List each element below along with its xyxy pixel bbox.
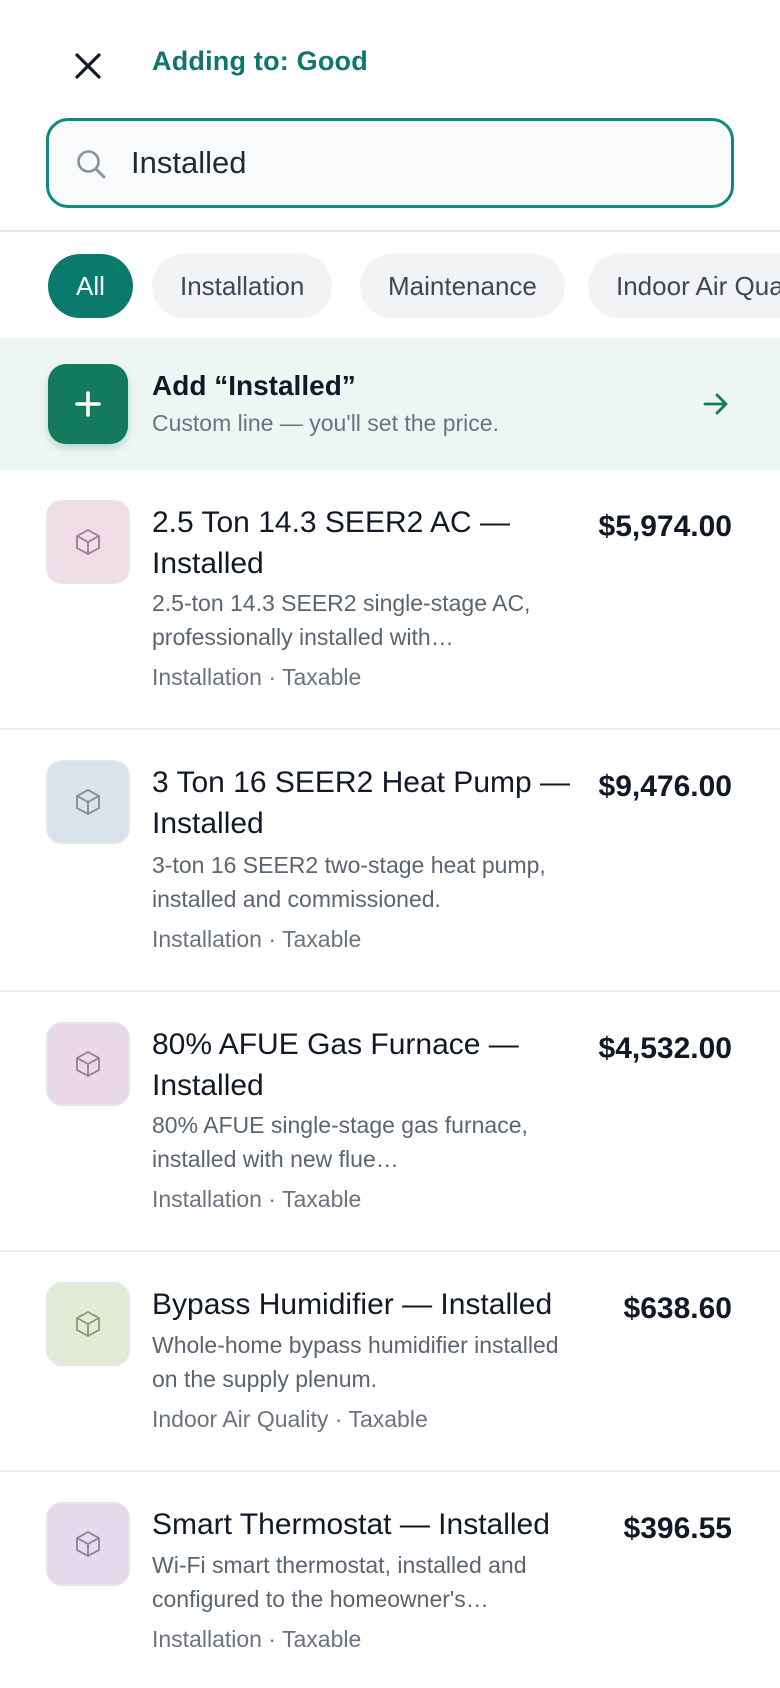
item-thumbnail <box>46 760 130 844</box>
box-icon <box>76 1051 100 1077</box>
close-button[interactable] <box>66 44 110 88</box>
item-meta: Installation · Taxable <box>152 1626 362 1652</box>
filter-chip-indoor-air-quality[interactable]: Indoor Air Quality <box>588 254 780 318</box>
item-thumbnail <box>46 1282 130 1366</box>
item-category: Installation <box>152 926 262 952</box>
adding-to-label: Adding to: Good <box>152 46 368 76</box>
item-meta: Installation · Taxable <box>152 664 362 690</box>
item-description: Wi-Fi smart thermostat, installed and co… <box>152 1552 527 1612</box>
item-description: 2.5-ton 14.3 SEER2 single-stage AC, prof… <box>152 590 531 650</box>
item-tax: Taxable <box>282 1626 362 1652</box>
item-price: $9,476.00 <box>598 770 732 803</box>
search-icon <box>77 150 106 179</box>
item-description: 3-ton 16 SEER2 two-stage heat pump, inst… <box>152 852 546 912</box>
filter-chip-all[interactable]: All <box>48 254 133 318</box>
arrow-right-icon <box>703 393 728 415</box>
filter-chip-maintenance[interactable]: Maintenance <box>360 254 565 318</box>
item-tax: Taxable <box>348 1406 428 1432</box>
box-icon <box>76 1531 100 1557</box>
plus-icon <box>75 391 101 417</box>
catalog-item[interactable]: Smart Thermostat — Installed Wi-Fi smart… <box>0 1472 780 1688</box>
item-meta: Indoor Air Quality · Taxable <box>152 1406 428 1432</box>
item-title: Bypass Humidifier — Installed <box>152 1288 553 1321</box>
item-title: 80% AFUE Gas Furnace — Installed <box>152 1028 519 1102</box>
item-price: $5,974.00 <box>598 510 732 543</box>
add-custom-line-button[interactable] <box>48 364 128 444</box>
item-description: 80% AFUE single-stage gas furnace, insta… <box>152 1112 528 1172</box>
item-category: Installation <box>152 664 262 690</box>
item-meta: Installation · Taxable <box>152 1186 362 1212</box>
item-meta: Installation · Taxable <box>152 926 362 952</box>
item-category: Installation <box>152 1626 262 1652</box>
item-title: 2.5 Ton 14.3 SEER2 AC — Installed <box>152 506 510 580</box>
item-title: Smart Thermostat — Installed <box>152 1508 550 1541</box>
custom-line-subtitle: Custom line — you'll set the price. <box>152 410 499 436</box>
item-thumbnail <box>46 1022 130 1106</box>
search-box[interactable] <box>46 118 734 208</box>
search-input[interactable] <box>131 121 711 205</box>
item-price: $396.55 <box>623 1512 732 1545</box>
catalog-item[interactable]: 3 Ton 16 SEER2 Heat Pump — Installed 3-t… <box>0 730 780 992</box>
custom-line-title: Add “Installed” <box>152 370 356 401</box>
item-category: Indoor Air Quality <box>152 1406 329 1432</box>
add-custom-line-row[interactable]: Add “Installed” Custom line — you'll set… <box>0 338 780 470</box>
box-icon <box>76 1311 100 1337</box>
item-title: 3 Ton 16 SEER2 Heat Pump — Installed <box>152 766 571 840</box>
box-icon <box>76 529 100 555</box>
item-tax: Taxable <box>282 926 362 952</box>
item-price: $638.60 <box>623 1292 732 1325</box>
header: Adding to: Good <box>0 0 780 232</box>
item-price: $4,532.00 <box>598 1032 732 1065</box>
item-thumbnail <box>46 1502 130 1586</box>
catalog-item[interactable]: 2.5 Ton 14.3 SEER2 AC — Installed 2.5-to… <box>0 470 780 730</box>
item-description: Whole-home bypass humidifier installed o… <box>152 1332 559 1392</box>
box-icon <box>76 789 100 815</box>
item-tax: Taxable <box>282 664 362 690</box>
filter-chip-installation[interactable]: Installation <box>152 254 333 318</box>
catalog-item[interactable]: 80% AFUE Gas Furnace — Installed 80% AFU… <box>0 992 780 1252</box>
item-thumbnail <box>46 500 130 584</box>
close-icon <box>75 53 101 79</box>
filter-chips: All Installation Maintenance Indoor Air … <box>0 254 780 318</box>
item-tax: Taxable <box>282 1186 362 1212</box>
catalog-item[interactable]: Bypass Humidifier — Installed Whole-home… <box>0 1252 780 1472</box>
item-category: Installation <box>152 1186 262 1212</box>
